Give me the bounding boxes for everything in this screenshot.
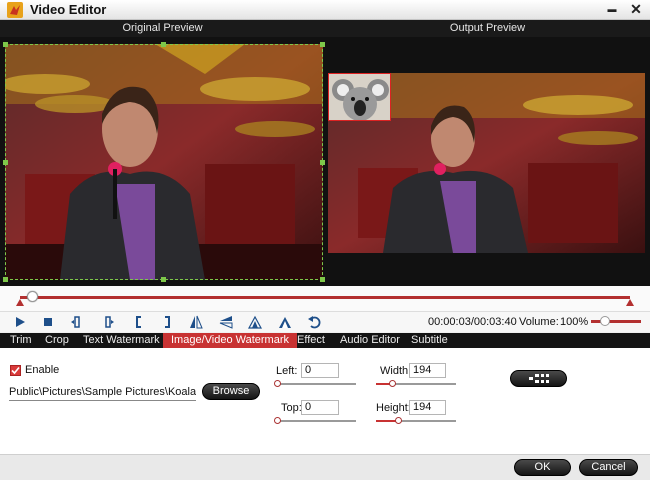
crop-handle-top-left[interactable] bbox=[3, 42, 8, 47]
close-button[interactable]: ✕ bbox=[628, 1, 644, 17]
height-slider-thumb[interactable] bbox=[395, 417, 402, 424]
position-preset-button[interactable] bbox=[510, 370, 567, 387]
ok-button[interactable]: OK bbox=[514, 459, 571, 476]
crop-handle-bottom-right[interactable] bbox=[320, 277, 325, 282]
tab-text-watermark[interactable]: Text Watermark bbox=[83, 333, 160, 348]
concert-scene-image bbox=[5, 44, 323, 280]
width-slider-thumb[interactable] bbox=[389, 380, 396, 387]
timecode-display: 00:00:03/00:03:40 bbox=[428, 316, 517, 328]
tab-subtitle[interactable]: Subtitle bbox=[411, 333, 448, 348]
minimize-button[interactable]: ▬ bbox=[604, 1, 620, 17]
stop-icon[interactable] bbox=[40, 314, 56, 330]
original-preview-label: Original Preview bbox=[0, 20, 325, 37]
output-preview-label: Output Preview bbox=[325, 20, 650, 37]
left-slider-thumb[interactable] bbox=[274, 380, 281, 387]
timeline-playhead[interactable] bbox=[27, 291, 38, 302]
mark-in-icon[interactable] bbox=[131, 314, 147, 330]
next-frame-icon[interactable] bbox=[100, 314, 116, 330]
left-input[interactable]: 0 bbox=[301, 363, 339, 378]
crop-handle-bottom[interactable] bbox=[161, 277, 166, 282]
crop-handle-top[interactable] bbox=[161, 42, 166, 47]
volume-label: Volume: bbox=[519, 316, 559, 328]
prev-frame-icon[interactable] bbox=[69, 314, 85, 330]
rotate-left-icon[interactable] bbox=[247, 314, 263, 330]
rotate-right-icon[interactable] bbox=[277, 314, 293, 330]
width-label: Width: bbox=[380, 365, 412, 377]
dialog-footer: OK Cancel bbox=[0, 455, 650, 480]
volume-slider-track[interactable] bbox=[591, 320, 641, 323]
height-label: Height: bbox=[376, 402, 411, 414]
crop-handle-left[interactable] bbox=[3, 160, 8, 165]
timeline[interactable] bbox=[0, 286, 650, 312]
left-slider-track[interactable] bbox=[276, 383, 356, 385]
watermark-file-path[interactable]: Public\Pictures\Sample Pictures\Koala.jp… bbox=[9, 385, 196, 401]
play-icon[interactable] bbox=[12, 314, 28, 330]
tab-effect[interactable]: Effect bbox=[297, 333, 325, 348]
app-logo-icon bbox=[7, 2, 23, 18]
editor-tabs: Trim Crop Text Watermark Image/Video Wat… bbox=[0, 333, 650, 348]
top-slider-track[interactable] bbox=[276, 420, 356, 422]
playback-controls: 00:00:03/00:03:40 Volume: 100% bbox=[0, 312, 650, 332]
flip-vertical-icon[interactable] bbox=[188, 314, 204, 330]
watermark-panel: Enable Public\Pictures\Sample Pictures\K… bbox=[0, 348, 650, 455]
watermark-overlay[interactable] bbox=[328, 73, 391, 121]
cancel-button[interactable]: Cancel bbox=[579, 459, 638, 476]
tab-crop[interactable]: Crop bbox=[45, 333, 69, 348]
height-input[interactable]: 194 bbox=[409, 400, 446, 415]
enable-label: Enable bbox=[25, 364, 60, 376]
enable-checkbox[interactable] bbox=[10, 365, 21, 376]
top-label: Top: bbox=[281, 402, 302, 414]
trim-end-marker[interactable] bbox=[626, 299, 634, 306]
original-video-frame[interactable] bbox=[5, 44, 323, 280]
crop-handle-bottom-left[interactable] bbox=[3, 277, 8, 282]
top-slider-thumb[interactable] bbox=[274, 417, 281, 424]
mark-out-icon[interactable] bbox=[159, 314, 175, 330]
koala-watermark-image bbox=[329, 74, 390, 120]
window-title: Video Editor bbox=[30, 2, 107, 17]
crop-handle-right[interactable] bbox=[320, 160, 325, 165]
tab-trim[interactable]: Trim bbox=[10, 333, 32, 348]
crop-handle-top-right[interactable] bbox=[320, 42, 325, 47]
undo-icon[interactable] bbox=[306, 314, 322, 330]
volume-slider-thumb[interactable] bbox=[600, 316, 610, 326]
preview-area: Original Preview Output Preview bbox=[0, 20, 650, 295]
browse-button[interactable]: Browse bbox=[202, 383, 260, 400]
tab-image-video-watermark[interactable]: Image/Video Watermark bbox=[163, 333, 297, 348]
timeline-track[interactable] bbox=[20, 296, 630, 299]
grid-position-icon bbox=[528, 374, 549, 383]
title-bar: Video Editor ▬ ✕ bbox=[0, 0, 650, 20]
trim-start-marker[interactable] bbox=[16, 299, 24, 306]
check-icon bbox=[11, 366, 20, 375]
width-input[interactable]: 194 bbox=[409, 363, 446, 378]
top-input[interactable]: 0 bbox=[301, 400, 339, 415]
flip-horizontal-icon[interactable] bbox=[218, 314, 234, 330]
left-label: Left: bbox=[276, 365, 298, 377]
volume-value: 100% bbox=[560, 316, 589, 328]
tab-audio-editor[interactable]: Audio Editor bbox=[340, 333, 400, 348]
